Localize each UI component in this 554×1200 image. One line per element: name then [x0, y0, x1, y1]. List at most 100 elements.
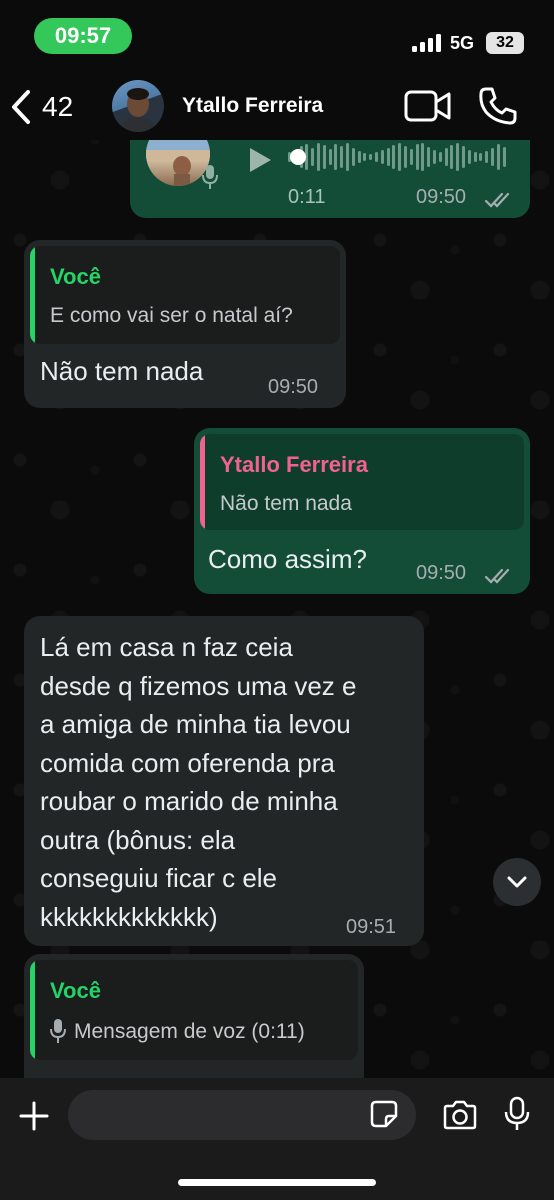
chevron-down-icon	[507, 876, 527, 888]
quote-bar	[200, 434, 205, 530]
quote-author: Você	[50, 264, 101, 289]
incoming-message-bubble[interactable]: Lá em casa n faz ceia desde q fizemos um…	[24, 616, 424, 946]
quote-text: Não tem nada	[220, 492, 352, 515]
sticker-icon	[370, 1100, 398, 1128]
waveform-bar	[322, 145, 326, 169]
message-line: a amiga de minha tia levou	[40, 709, 351, 739]
waveform-bar	[328, 149, 332, 165]
waveform-bar	[398, 143, 402, 171]
voice-message-bubble[interactable]: 0:11 09:50	[130, 140, 530, 218]
waveform-bar	[502, 147, 506, 167]
voice-waveform[interactable]	[288, 142, 508, 172]
waveform-bar	[369, 154, 373, 160]
play-icon[interactable]	[244, 145, 274, 175]
double-check-icon	[484, 568, 510, 584]
avatar-image	[120, 88, 156, 132]
waveform-bar	[491, 148, 494, 166]
message-line: kkkkkkkkkkkkk)	[40, 901, 218, 932]
quoted-message[interactable]: Você E como vai ser o natal aí?	[30, 246, 340, 344]
waveform-bar	[485, 151, 489, 163]
video-call-button[interactable]	[404, 88, 452, 129]
message-line: comida com oferenda pra	[40, 747, 335, 778]
waveform-bar	[462, 146, 465, 168]
waveform-bar	[317, 143, 320, 171]
double-check-icon	[484, 192, 510, 208]
message-line: desde q fizemos uma vez e	[40, 670, 357, 701]
waveform-bar	[433, 150, 436, 164]
waveform-bar	[340, 146, 344, 168]
chat-header: 42 Ytallo Ferreira	[0, 80, 554, 140]
waveform-bar	[346, 143, 349, 171]
scroll-to-bottom-button[interactable]	[493, 858, 541, 906]
contact-name[interactable]: Ytallo Ferreira	[182, 94, 323, 118]
waveform-bar	[404, 146, 407, 168]
record-voice-button[interactable]	[504, 1096, 530, 1137]
incoming-message-bubble[interactable]: Você E como vai ser o natal aí? Não tem …	[24, 240, 346, 408]
status-time[interactable]: 09:57	[34, 18, 132, 54]
quote-author: Você	[50, 978, 101, 1003]
message-time: 09:51	[346, 916, 397, 938]
quote-text: E como vai ser o natal aí?	[50, 304, 293, 327]
waveform-bar	[473, 152, 477, 162]
waveform-bar	[496, 144, 500, 170]
message-time: 09:50	[268, 376, 319, 398]
message-input[interactable]	[68, 1090, 416, 1140]
camera-button[interactable]	[442, 1100, 478, 1135]
waveform-bar	[351, 148, 355, 166]
waveform-bar	[409, 149, 413, 165]
message-text: Como assim?	[208, 544, 367, 574]
waveform-bar	[421, 143, 425, 171]
unread-count: 42	[42, 91, 74, 122]
quote-bar	[30, 246, 35, 344]
avatar[interactable]	[112, 80, 164, 132]
waveform-bar	[311, 148, 315, 166]
voice-progress-handle[interactable]	[290, 149, 306, 165]
waveform-bar	[438, 152, 442, 162]
waveform-bar	[334, 144, 338, 170]
quote-text: Mensagem de voz (0:11)	[74, 1020, 305, 1043]
mic-icon	[504, 1096, 530, 1130]
waveform-bar	[444, 148, 448, 166]
waveform-bar	[363, 153, 367, 161]
waveform-bar	[392, 145, 396, 169]
quoted-message[interactable]: Ytallo Ferreira Não tem nada	[200, 434, 524, 530]
waveform-bar	[467, 150, 471, 164]
waveform-bar	[357, 151, 361, 163]
status-bar: 09:57 5G 32	[0, 0, 554, 80]
waveform-bar	[456, 143, 460, 171]
waveform-bar	[380, 150, 384, 164]
quote-author: Ytallo Ferreira	[220, 452, 368, 477]
voice-call-button[interactable]	[478, 86, 518, 131]
quoted-message[interactable]: Você Mensagem de voz (0:11)	[30, 960, 358, 1060]
waveform-bar	[415, 144, 419, 170]
waveform-bar	[479, 153, 483, 161]
outgoing-message-bubble[interactable]: Ytallo Ferreira Não tem nada Como assim?…	[194, 428, 530, 594]
camera-icon	[443, 1100, 477, 1130]
battery-icon: 32	[486, 32, 524, 54]
quote-bar	[30, 960, 35, 1060]
mic-icon	[202, 165, 218, 189]
voice-duration: 0:11	[288, 186, 326, 208]
message-list[interactable]: 0:11 09:50 Você E como vai ser o natal a…	[0, 140, 554, 1078]
back-button[interactable]: 42	[10, 84, 73, 130]
message-line: conseguiu ficar c ele	[40, 863, 278, 893]
attach-button[interactable]	[18, 1100, 50, 1137]
message-time: 09:50	[416, 186, 467, 208]
chevron-left-icon	[12, 90, 30, 124]
incoming-message-bubble[interactable]: Você Mensagem de voz (0:11)	[24, 954, 364, 1078]
waveform-bar	[450, 145, 454, 169]
waveform-bar	[427, 147, 431, 167]
message-line: Lá em casa n faz ceia	[40, 632, 293, 662]
sticker-button[interactable]	[370, 1100, 398, 1133]
phone-icon	[479, 87, 517, 125]
network-label: 5G	[450, 33, 475, 53]
signal-icon	[412, 34, 442, 52]
message-text: Lá em casa n faz ceia desde q fizemos um…	[40, 628, 357, 936]
message-text: Não tem nada	[40, 356, 204, 386]
home-indicator	[178, 1179, 376, 1186]
message-time: 09:50	[416, 562, 467, 584]
voice-sender-photo	[146, 140, 210, 186]
video-call-icon	[404, 90, 451, 122]
waveform-bar	[386, 148, 390, 166]
waveform-bar	[375, 152, 378, 162]
